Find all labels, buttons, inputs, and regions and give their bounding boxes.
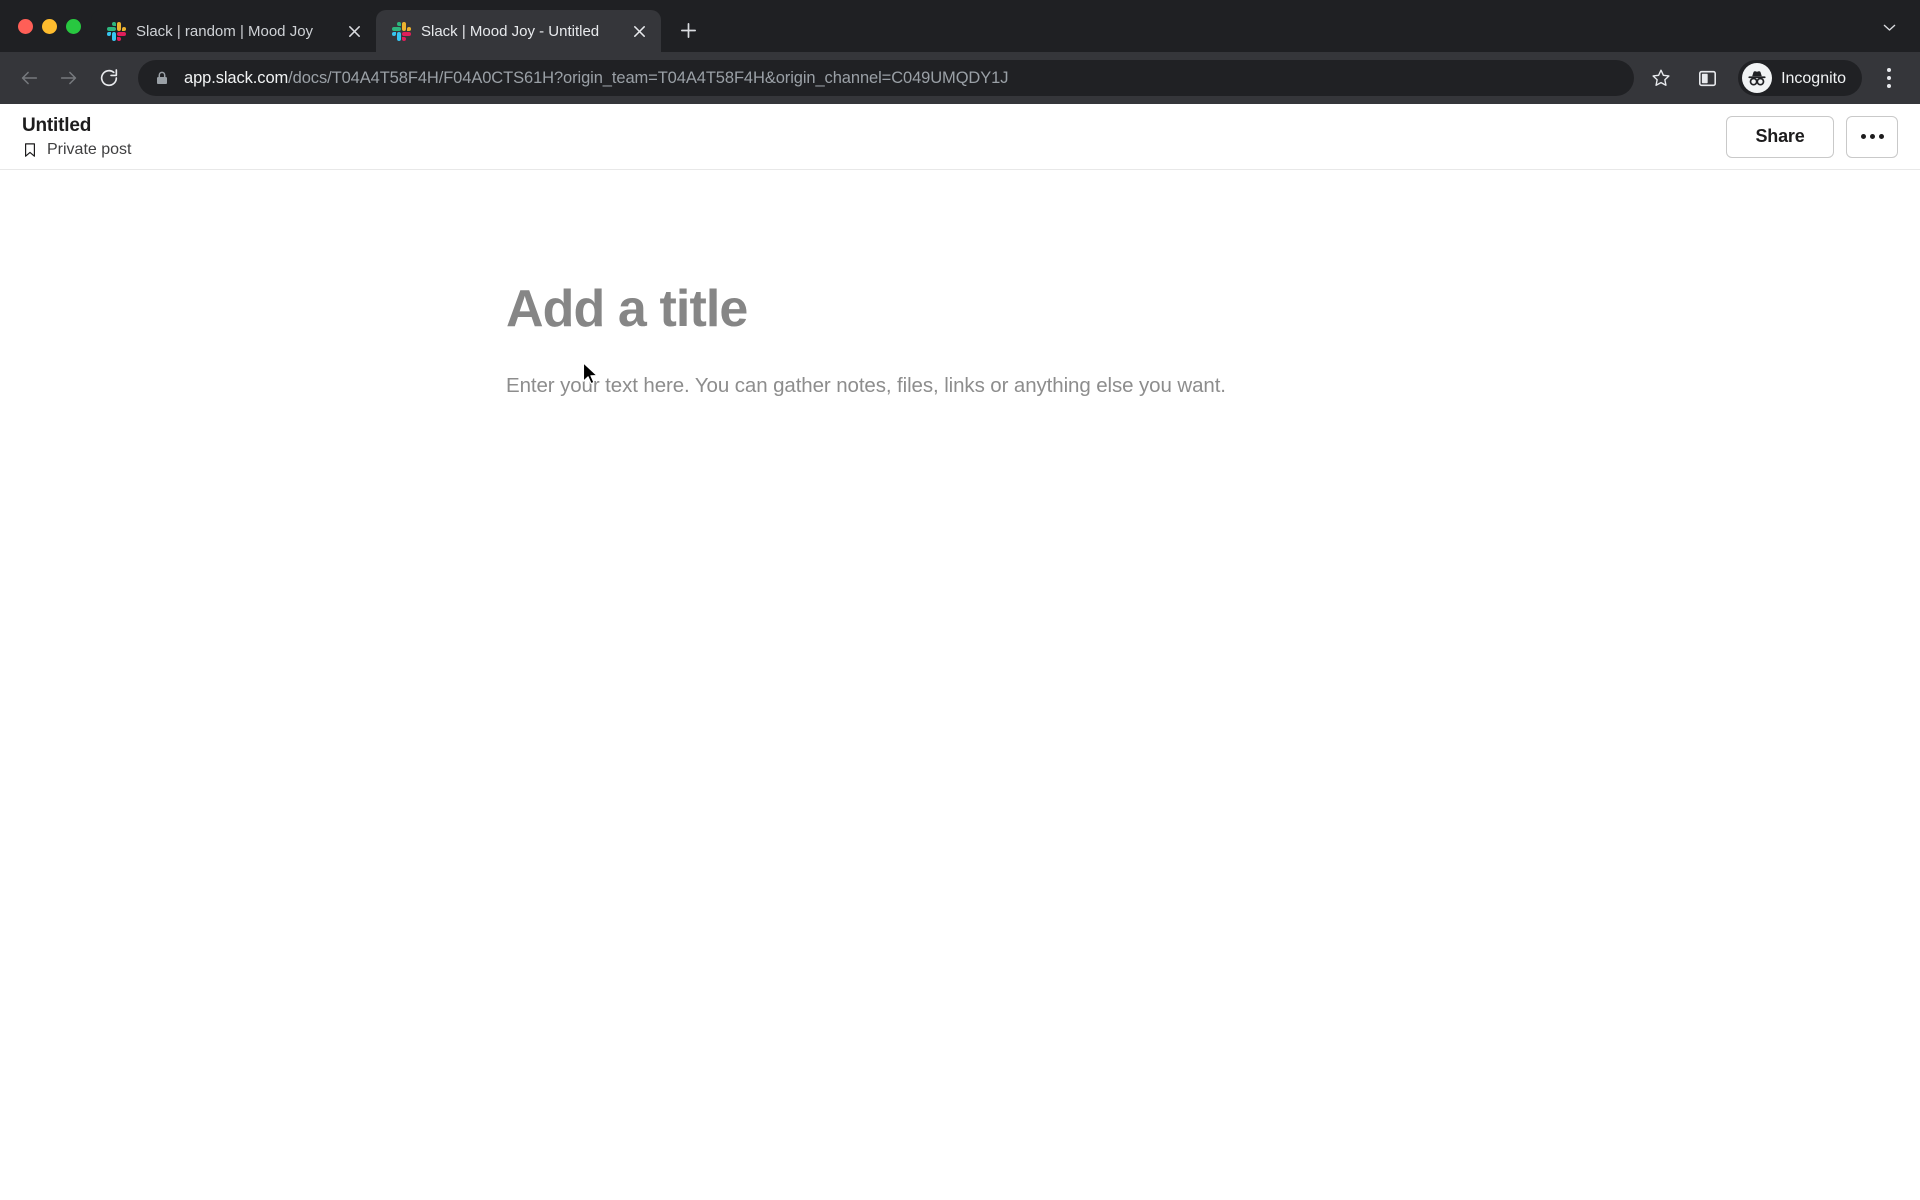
more-dot [1869, 134, 1875, 139]
page-content: Untitled Private post Share Add a title … [0, 104, 1920, 1200]
document-body: Add a title Enter your text here. You ca… [0, 170, 1920, 400]
document-meta: Untitled Private post [22, 114, 131, 159]
minimize-window-button[interactable] [42, 18, 57, 34]
browser-tab-2[interactable]: Slack | Mood Joy - Untitled [376, 10, 661, 52]
browser-tab-2-close-icon[interactable] [627, 19, 651, 43]
document-canvas: Add a title Enter your text here. You ca… [0, 278, 1400, 400]
profile-label: Incognito [1781, 69, 1846, 87]
title-input[interactable]: Add a title [506, 278, 1400, 340]
browser-tab-1[interactable]: Slack | random | Mood Joy [91, 10, 376, 52]
address-bar-host: app.slack.com [184, 69, 289, 87]
lock-icon [154, 70, 170, 86]
chevron-down-icon[interactable] [1872, 10, 1906, 44]
browser-toolbar: app.slack.com/docs/T04A4T58F4H/F04A0CTS6… [0, 52, 1920, 104]
more-dot [1860, 134, 1866, 139]
slack-logo-icon [106, 21, 127, 41]
document-actions: Share [1726, 115, 1898, 158]
kebab-dots [1887, 68, 1891, 88]
body-input[interactable]: Enter your text here. You can gather not… [506, 372, 1400, 400]
reload-icon[interactable] [90, 59, 128, 97]
document-visibility-label: Private post [47, 141, 132, 158]
tab-strip: Slack | random | Mood Joy Slack | Mood J… [0, 0, 1920, 52]
bookmark-icon [22, 142, 38, 158]
browser-tab-1-close-icon[interactable] [342, 19, 366, 43]
close-window-button[interactable] [18, 18, 33, 34]
address-bar[interactable]: app.slack.com/docs/T04A4T58F4H/F04A0CTS6… [138, 60, 1635, 96]
kebab-menu-icon[interactable] [1870, 59, 1908, 97]
tab-list: Slack | random | Mood Joy Slack | Mood J… [91, 0, 705, 52]
document-visibility: Private post [22, 140, 131, 159]
kebab-dot [1887, 84, 1891, 88]
browser-tab-1-title: Slack | random | Mood Joy [136, 22, 314, 40]
side-panel-icon[interactable] [1688, 59, 1726, 97]
window-controls [14, 0, 91, 52]
more-options-button[interactable] [1846, 115, 1898, 158]
document-header: Untitled Private post Share [0, 104, 1920, 170]
new-tab-button[interactable] [671, 13, 705, 47]
maximize-window-button[interactable] [66, 18, 81, 34]
browser-tab-2-title: Slack | Mood Joy - Untitled [421, 22, 600, 40]
back-arrow-icon[interactable] [10, 59, 48, 97]
page-title: Untitled [22, 115, 92, 136]
kebab-dot [1887, 68, 1891, 72]
kebab-dot [1887, 76, 1891, 80]
star-icon[interactable] [1642, 59, 1680, 97]
slack-logo-icon [391, 21, 412, 41]
forward-arrow-icon[interactable] [50, 59, 88, 97]
address-bar-path: /docs/T04A4T58F4H/F04A0CTS61H?origin_tea… [288, 69, 1009, 87]
share-button[interactable]: Share [1726, 115, 1834, 158]
address-bar-url: app.slack.com/docs/T04A4T58F4H/F04A0CTS6… [184, 68, 1008, 88]
more-dot [1878, 134, 1884, 139]
incognito-icon [1742, 63, 1773, 93]
browser-window: Slack | random | Mood Joy Slack | Mood J… [0, 0, 1920, 1200]
profile-chip-incognito[interactable]: Incognito [1738, 60, 1862, 96]
